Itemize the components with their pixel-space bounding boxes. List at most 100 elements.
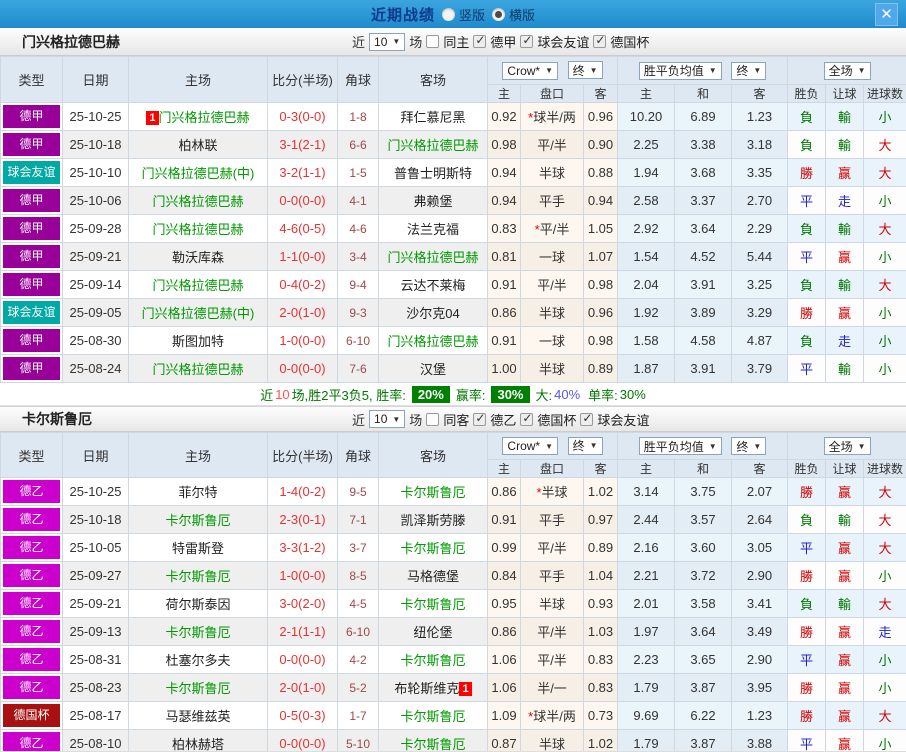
league-checkbox[interactable] — [473, 35, 486, 48]
odds-source-dropdown[interactable]: Crow* — [502, 437, 558, 455]
team-name-text: 云达不莱梅 — [400, 278, 465, 293]
cell-handicap-result: 赢 — [826, 646, 864, 674]
competition-badge: 德乙 — [3, 620, 60, 643]
avg-final-dropdown[interactable]: 终 — [731, 437, 766, 455]
competition-badge: 德国杯 — [3, 704, 60, 727]
cell-result: 負 — [788, 506, 826, 534]
team-name-text: 柏林联 — [178, 138, 217, 153]
cell-home-odds: 0.92 — [488, 103, 521, 131]
cell-home-odds: 0.87 — [488, 730, 521, 752]
cell-away-team: 门兴格拉德巴赫 — [379, 243, 488, 271]
cell-corners: 8-5 — [338, 562, 379, 590]
cell-goals-result: 大 — [864, 271, 906, 299]
cell-goals-result: 小 — [864, 299, 906, 327]
league-checkbox[interactable] — [580, 413, 593, 426]
league-checkbox[interactable] — [593, 35, 606, 48]
cell-away-team: 卡尔斯鲁厄 — [379, 702, 488, 730]
league-checkbox[interactable] — [473, 413, 486, 426]
cell-away-odds: 0.89 — [584, 534, 618, 562]
cell-corners: 7-6 — [338, 355, 379, 383]
cell-handicap-result: 赢 — [826, 478, 864, 506]
col-header-result: 胜负 — [788, 85, 826, 103]
cell-home-team: 柏林赫塔 — [129, 730, 268, 752]
cell-result: 勝 — [788, 562, 826, 590]
cell-away-team: 卡尔斯鲁厄 — [379, 730, 488, 752]
col-header-corner: 角球 — [338, 57, 379, 103]
team-name-text: 马格德堡 — [407, 569, 459, 584]
close-icon[interactable]: ✕ — [875, 3, 898, 26]
team-name-text: 法兰克福 — [407, 222, 459, 237]
cell-home-team: 荷尔斯泰因 — [129, 590, 268, 618]
cell-home-team: 勒沃库森 — [129, 243, 268, 271]
match-row: 德乙25-08-10柏林赫塔0-0(0-0)5-10卡尔斯鲁厄0.87半球1.0… — [1, 730, 906, 752]
cell-competition: 德乙 — [1, 674, 63, 702]
cell-score: 0-0(0-0) — [268, 646, 338, 674]
cell-result: 勝 — [788, 159, 826, 187]
cell-home-team: 门兴格拉德巴赫 — [129, 355, 268, 383]
cell-result: 勝 — [788, 674, 826, 702]
col-header-handicap: 盘口 — [521, 460, 584, 478]
cell-result: 勝 — [788, 618, 826, 646]
cell-competition: 德甲 — [1, 271, 63, 299]
cell-result: 平 — [788, 243, 826, 271]
games-count-select[interactable]: 10 — [369, 410, 405, 428]
layout-radio-vertical[interactable]: 竖版 — [442, 5, 485, 24]
cell-away-odds: 0.73 — [584, 702, 618, 730]
cell-avg-home: 1.79 — [618, 674, 675, 702]
layout-radio-horizontal[interactable]: 横版 — [492, 5, 535, 24]
competition-badge: 德甲 — [3, 133, 60, 156]
cell-home-odds: 0.84 — [488, 562, 521, 590]
cell-avg-draw: 3.64 — [675, 618, 732, 646]
team-name-text: 汉堡 — [420, 362, 446, 377]
avg-final-dropdown[interactable]: 终 — [731, 62, 766, 80]
odds-final-dropdown[interactable]: 终 — [568, 437, 603, 455]
cell-result: 平 — [788, 534, 826, 562]
cell-corners: 6-10 — [338, 327, 379, 355]
match-row: 德甲25-08-30斯图加特1-0(0-0)6-10门兴格拉德巴赫0.91一球0… — [1, 327, 906, 355]
same-venue-checkbox[interactable] — [426, 413, 439, 426]
cell-score: 3-1(2-1) — [268, 131, 338, 159]
cell-avg-home: 1.58 — [618, 327, 675, 355]
cell-result: 勝 — [788, 478, 826, 506]
cell-away-team: 卡尔斯鲁厄 — [379, 590, 488, 618]
cell-date: 25-10-05 — [63, 534, 129, 562]
cell-home-odds: 0.81 — [488, 243, 521, 271]
radio-icon[interactable] — [492, 8, 505, 21]
cell-avg-home: 1.97 — [618, 618, 675, 646]
games-count-select[interactable]: 10 — [369, 33, 405, 51]
league-checkbox[interactable] — [520, 35, 533, 48]
cell-home-odds: 0.94 — [488, 187, 521, 215]
cell-handicap-result: 輸 — [826, 131, 864, 159]
league-label: 球会友谊 — [597, 410, 649, 429]
cell-away-team: 卡尔斯鲁厄 — [379, 646, 488, 674]
same-venue-checkbox[interactable] — [426, 35, 439, 48]
cell-competition: 德甲 — [1, 187, 63, 215]
cell-score: 0-0(0-0) — [268, 187, 338, 215]
record-summary: 近10场,胜2平3负5, 胜率: 20% 赢率: 30% 大:40% 单率:30… — [0, 383, 906, 406]
cell-date: 25-08-30 — [63, 327, 129, 355]
cell-home-team: 马瑟维兹英 — [129, 702, 268, 730]
cell-competition: 德甲 — [1, 327, 63, 355]
cell-home-team: 卡尔斯鲁厄 — [129, 618, 268, 646]
odds-source-dropdown[interactable]: Crow* — [502, 62, 558, 80]
competition-badge: 德乙 — [3, 676, 60, 699]
odds-final-dropdown[interactable]: 终 — [568, 61, 603, 79]
single-rate-value: 30% — [620, 387, 646, 402]
scope-dropdown[interactable]: 全场 — [824, 62, 871, 80]
scope-dropdown[interactable]: 全场 — [824, 437, 871, 455]
cell-result: 負 — [788, 271, 826, 299]
league-checkbox[interactable] — [520, 413, 533, 426]
radio-icon[interactable] — [442, 8, 455, 21]
cell-avg-home: 2.21 — [618, 562, 675, 590]
cell-avg-draw: 3.58 — [675, 590, 732, 618]
team-name: 门兴格拉德巴赫 — [22, 32, 120, 52]
cell-handicap: 平手 — [521, 506, 584, 534]
team-name-text: 沙尔克04 — [406, 306, 459, 321]
avg-source-dropdown[interactable]: 胜平负均值 — [639, 437, 722, 455]
league-label: 球会友谊 — [537, 32, 589, 51]
team-name-text: 卡尔斯鲁厄 — [165, 569, 230, 584]
cell-home-odds: 0.91 — [488, 506, 521, 534]
avg-source-dropdown[interactable]: 胜平负均值 — [639, 62, 722, 80]
matches-table-home-team: 类型 日期 主场 比分(半场) 角球 客场 Crow* 终 胜平负均值 终 全场 — [0, 56, 906, 383]
cell-result: 平 — [788, 355, 826, 383]
